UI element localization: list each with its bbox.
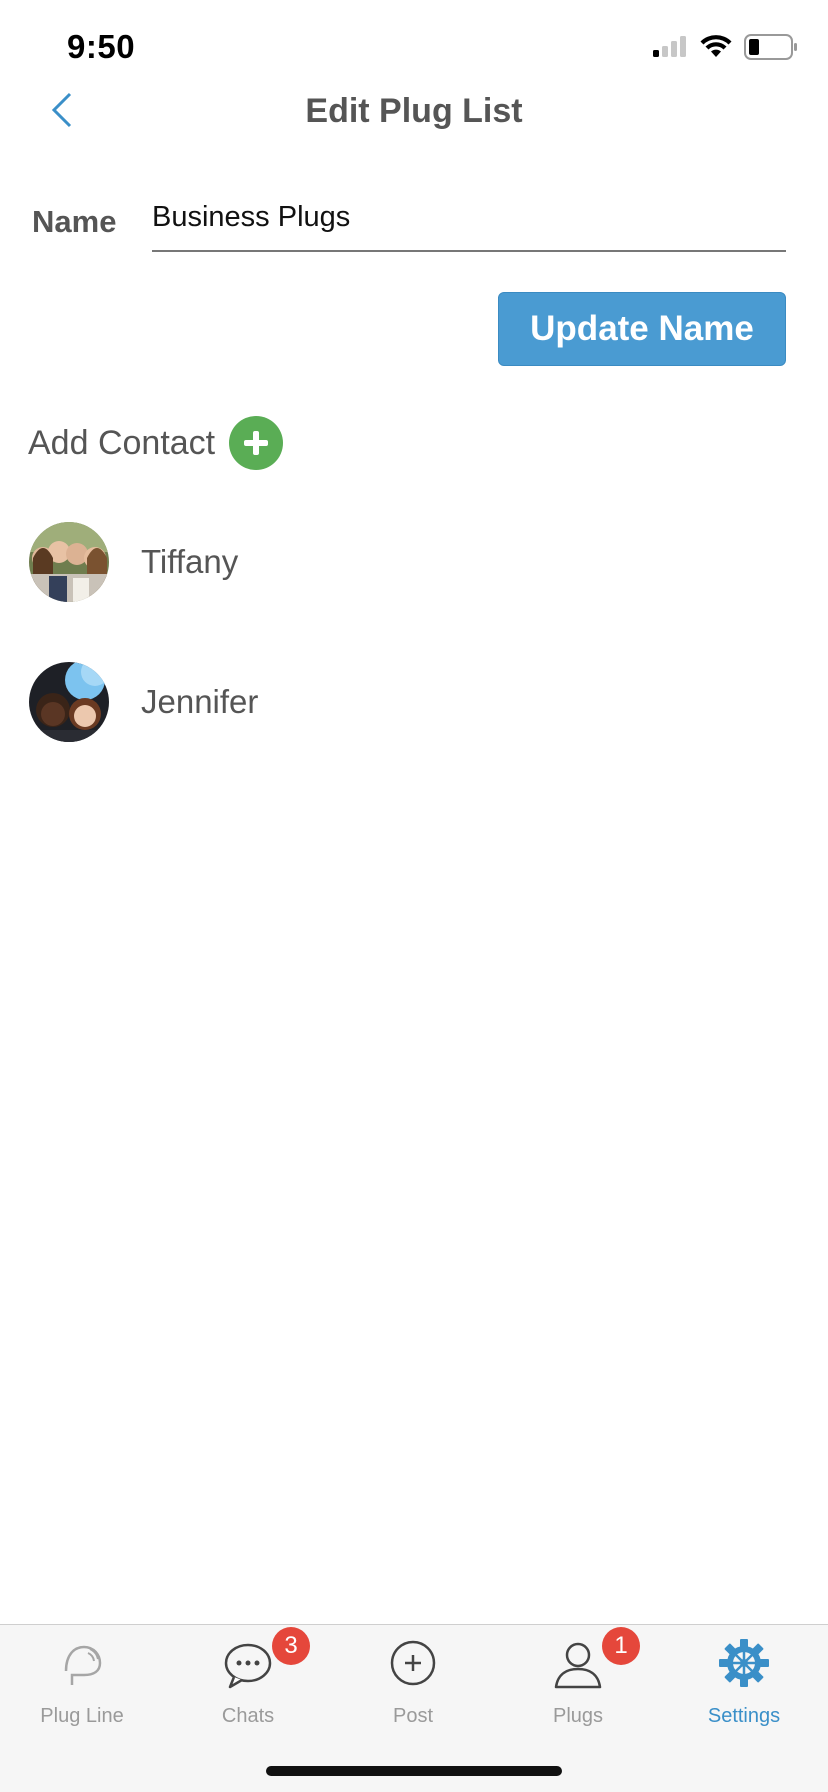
tab-label: Post bbox=[392, 1705, 434, 1727]
gear-icon bbox=[716, 1637, 772, 1693]
status-icons bbox=[652, 34, 798, 60]
tab-label: Plugs bbox=[552, 1705, 604, 1727]
plug-line-icon bbox=[54, 1637, 110, 1693]
update-name-button[interactable]: Update Name bbox=[498, 292, 786, 366]
status-time: 9:50 bbox=[67, 28, 136, 65]
home-indicator bbox=[266, 1766, 562, 1776]
signal-icon bbox=[653, 36, 686, 57]
edit-plug-list-screen: 9:50 Edit Plug List Name Update Name Add… bbox=[0, 0, 828, 1792]
contact-name: Jennifer bbox=[141, 683, 259, 720]
battery-icon bbox=[744, 34, 797, 60]
contact-name: Tiffany bbox=[141, 543, 239, 580]
tab-label: Settings bbox=[707, 1705, 781, 1727]
tab-plug-line[interactable]: Plug Line bbox=[7, 1637, 157, 1728]
avatar bbox=[29, 662, 109, 742]
add-contact-label: Add Contact bbox=[28, 423, 216, 462]
tab-plugs[interactable]: 1 Plugs bbox=[503, 1627, 653, 1728]
tab-settings[interactable]: Settings bbox=[669, 1637, 819, 1728]
contact-row[interactable]: Jennifer bbox=[29, 662, 258, 742]
name-label: Name bbox=[32, 204, 117, 239]
add-contact-button[interactable]: Add Contact bbox=[28, 416, 284, 470]
avatar bbox=[29, 522, 109, 602]
chats-badge: 3 bbox=[272, 1627, 310, 1665]
tab-chats[interactable]: 3 Chats bbox=[173, 1627, 323, 1728]
wifi-icon bbox=[700, 35, 732, 57]
name-input[interactable] bbox=[152, 194, 786, 252]
tab-post[interactable]: Post bbox=[338, 1637, 488, 1728]
page-title: Edit Plug List bbox=[305, 92, 523, 130]
tab-label: Plug Line bbox=[40, 1705, 124, 1727]
chat-bubble-icon: 3 bbox=[220, 1627, 310, 1693]
plus-circle-icon[interactable] bbox=[229, 416, 284, 470]
plugs-badge: 1 bbox=[602, 1627, 640, 1665]
plus-circle-outline-icon bbox=[385, 1637, 441, 1693]
tab-label: Chats bbox=[221, 1705, 275, 1727]
contact-row[interactable]: Tiffany bbox=[29, 522, 238, 602]
person-icon: 1 bbox=[550, 1627, 640, 1693]
